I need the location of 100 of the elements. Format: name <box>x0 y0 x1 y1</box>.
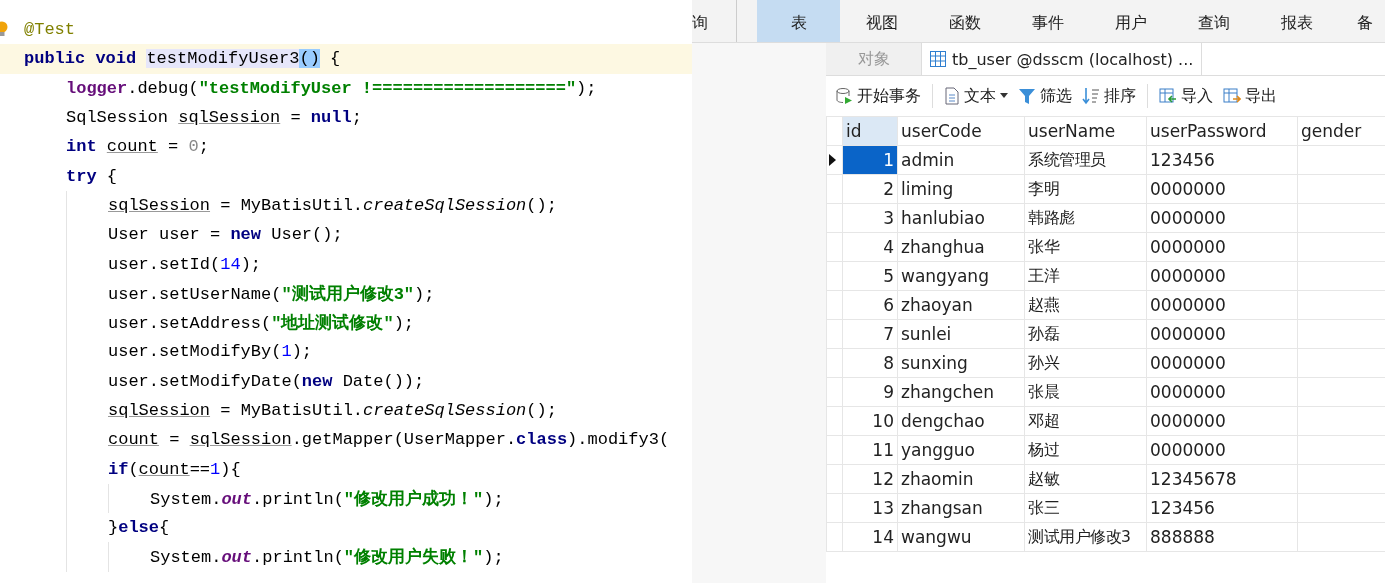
table-cell: zhangsan <box>897 493 1025 523</box>
document-icon <box>944 87 960 105</box>
table-cell: 12 <box>842 464 898 494</box>
table-cell: 韩路彪 <box>1024 203 1147 233</box>
ribbon-tab[interactable]: 询 <box>692 0 737 42</box>
column-header[interactable]: userCode <box>897 116 1025 146</box>
table-cell: 0000000 <box>1146 435 1298 465</box>
table-cell: 11 <box>842 435 898 465</box>
toolbar-button[interactable]: 文本 <box>941 83 1011 109</box>
toolbar-button[interactable]: 导出 <box>1220 83 1280 109</box>
table-cell: 2 <box>842 174 898 204</box>
code-line: @Test <box>24 20 75 40</box>
table-cell: 孙磊 <box>1024 319 1147 349</box>
table-cell: 8 <box>842 348 898 378</box>
table-cell: 12345678 <box>1146 464 1298 494</box>
code-line: }else{ <box>108 518 170 538</box>
table-cell: 张晨 <box>1024 377 1147 407</box>
ribbon-tab[interactable]: 表 <box>757 0 840 42</box>
code-line: user.setModifyDate(new Date()); <box>108 371 425 391</box>
table-cell: zhangchen <box>897 377 1025 407</box>
ribbon-tab[interactable]: 函数 <box>923 0 1006 42</box>
code-line: User user = new User(); <box>108 225 343 245</box>
table-cell: 4 <box>842 232 898 262</box>
tab-label: 对象 <box>857 48 890 70</box>
toolbar-button[interactable]: 排序 <box>1079 83 1139 109</box>
sort-icon <box>1082 87 1100 105</box>
table-cell: 赵燕 <box>1024 290 1147 320</box>
table-cell: 0000000 <box>1146 406 1298 436</box>
code-line: int count = 0; <box>66 137 209 157</box>
code-line: sqlSession = MyBatisUtil.createSqlSession(); <box>108 195 557 215</box>
table-cell: 0000000 <box>1146 174 1298 204</box>
ribbon-tab[interactable]: 用户 <box>1089 0 1172 42</box>
table-export-icon <box>1223 87 1241 105</box>
table-cell: 李明 <box>1024 174 1147 204</box>
ribbon-tab[interactable]: 事件 <box>1006 0 1089 42</box>
table-cell: 系统管理员 <box>1024 145 1147 175</box>
table-cell: admin <box>897 145 1025 175</box>
code-line: System.out.println("修改用户失败！"); <box>150 546 504 569</box>
table-cell: 13 <box>842 493 898 523</box>
tab-label: tb_user @dsscm (localhost) ... <box>952 49 1194 69</box>
column-header[interactable]: gender <box>1297 116 1385 146</box>
table-cell: 0000000 <box>1146 319 1298 349</box>
row-pointer-icon <box>829 154 836 166</box>
table-cell: liming <box>897 174 1025 204</box>
column-header[interactable]: userName <box>1024 116 1147 146</box>
table-cell: 5 <box>842 261 898 291</box>
table-cell: 123456 <box>1146 145 1298 175</box>
table-cell: 3 <box>842 203 898 233</box>
table-cell: 王洋 <box>1024 261 1147 291</box>
ribbon-tab[interactable]: 备 <box>1338 0 1385 42</box>
table-cell: 0000000 <box>1146 232 1298 262</box>
table-cell: dengchao <box>897 406 1025 436</box>
row-header[interactable] <box>826 145 843 175</box>
table-cell: 6 <box>842 290 898 320</box>
ribbon-tab[interactable]: 报表 <box>1255 0 1338 42</box>
table-cell: 0000000 <box>1146 348 1298 378</box>
code-line: System.out.println("修改用户成功！"); <box>150 488 504 510</box>
table-cell: 测试用户修改3 <box>1024 522 1147 552</box>
table-cell: 10 <box>842 406 898 436</box>
table-cell: 邓超 <box>1024 406 1147 436</box>
column-header[interactable]: id <box>842 116 898 146</box>
database-icon <box>835 87 853 105</box>
code-line: public void testModifyUser3() { <box>24 49 341 69</box>
ribbon-tab[interactable]: 查询 <box>1172 0 1255 42</box>
table-cell: 赵敏 <box>1024 464 1147 494</box>
filter-icon <box>1018 87 1036 105</box>
table-cell: sunlei <box>897 319 1025 349</box>
code-line: logger.debug("testModifyUser !==================="); <box>66 78 597 98</box>
code-line: user.setModifyBy(1); <box>108 342 313 362</box>
table-cell: 0000000 <box>1146 290 1298 320</box>
toolbar-button[interactable]: 筛选 <box>1015 83 1075 109</box>
code-line: user.setAddress("地址测试修改"); <box>108 312 415 335</box>
table-cell: 张三 <box>1024 493 1147 523</box>
table-cell: wangyang <box>897 261 1025 291</box>
table-cell: 0000000 <box>1146 261 1298 291</box>
code-line: user.setUserName("测试用户修改3"); <box>108 283 435 305</box>
code-line: user.setId(14); <box>108 254 262 274</box>
caret-icon <box>1000 93 1008 99</box>
code-line: try { <box>66 166 117 186</box>
table-cell: 9 <box>842 377 898 407</box>
table-cell: 14 <box>842 522 898 552</box>
table-cell: zhaoyan <box>897 290 1025 320</box>
table-cell: 张华 <box>1024 232 1147 262</box>
code-line: if(count==1){ <box>108 459 241 479</box>
table-cell: wangwu <box>897 522 1025 552</box>
ribbon-tab[interactable]: 视图 <box>840 0 923 42</box>
code-line: sqlSession = MyBatisUtil.createSqlSession(); <box>108 401 557 420</box>
table-cell: 888888 <box>1146 522 1298 552</box>
table-cell: 123456 <box>1146 493 1298 523</box>
code-line: count = sqlSession.getMapper(UserMapper.class).modify3( <box>108 430 670 450</box>
column-header[interactable]: userPassword <box>1146 116 1298 146</box>
table-cell: zhaomin <box>897 464 1025 494</box>
toolbar-button[interactable]: 开始事务 <box>832 83 924 109</box>
table-cell: 孙兴 <box>1024 348 1147 378</box>
code-line: SqlSession sqlSession = null; <box>66 108 362 128</box>
table-cell: zhanghua <box>897 232 1025 262</box>
table-cell: 0000000 <box>1146 203 1298 233</box>
toolbar-button[interactable]: 导入 <box>1156 83 1216 109</box>
table-import-icon <box>1159 87 1177 105</box>
table-cell: yangguo <box>897 435 1025 465</box>
